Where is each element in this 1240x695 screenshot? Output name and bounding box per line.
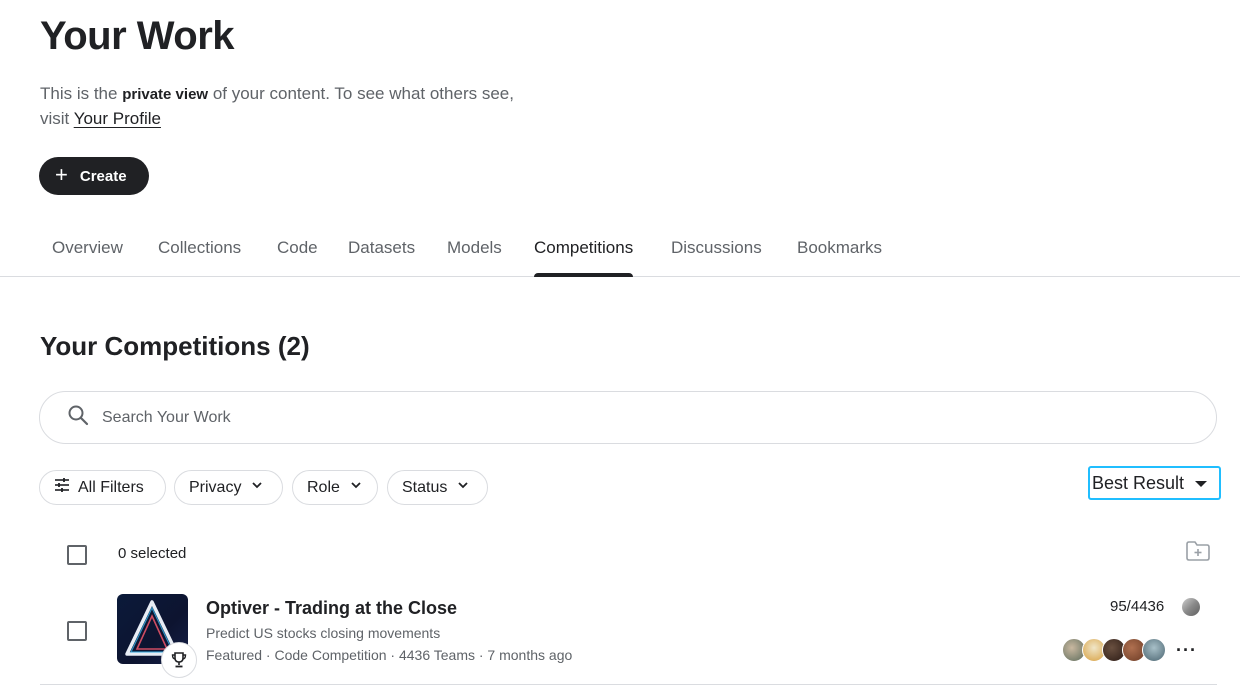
sort-selected-label: Best Result (1092, 472, 1185, 493)
status-label: Status (402, 478, 448, 496)
tab-code[interactable]: Code (277, 238, 318, 258)
selected-count: 0 selected (118, 545, 187, 562)
status-filter[interactable]: Status (387, 470, 488, 505)
select-all-checkbox[interactable] (67, 545, 87, 565)
caret-down-icon (1195, 481, 1207, 487)
role-filter[interactable]: Role (292, 470, 378, 505)
create-button-label: Create (79, 167, 127, 185)
team-avatars[interactable] (1062, 638, 1167, 662)
section-title: Your Competitions (2) (40, 331, 310, 361)
privacy-filter[interactable]: Privacy (174, 470, 283, 505)
row-divider (40, 684, 1217, 685)
tab-bookmarks[interactable]: Bookmarks (797, 238, 882, 258)
filter-sliders-icon (54, 477, 70, 498)
all-filters-button[interactable]: All Filters (39, 470, 166, 505)
competition-subtitle: Predict US stocks closing movements (206, 625, 441, 641)
tab-datasets[interactable]: Datasets (348, 238, 415, 258)
intro-bold: private view (122, 86, 209, 103)
chevron-down-icon (348, 477, 364, 498)
row-checkbox[interactable] (67, 621, 87, 641)
search-input[interactable] (102, 408, 1002, 427)
sort-select[interactable]: Best Result (1088, 466, 1221, 500)
tab-discussions[interactable]: Discussions (671, 238, 762, 258)
chevron-down-icon (455, 477, 471, 498)
more-options-icon[interactable]: ··· (1176, 640, 1197, 661)
intro-text: This is the private view of your content… (40, 82, 600, 131)
add-to-collection-icon[interactable] (1185, 540, 1211, 562)
competition-rank: 95/4436 (1110, 598, 1165, 615)
plus-icon: + (55, 162, 68, 187)
create-button[interactable]: + Create (39, 157, 149, 195)
competition-title[interactable]: Optiver - Trading at the Close (206, 598, 457, 619)
chevron-down-icon (249, 477, 265, 498)
role-label: Role (307, 478, 340, 496)
tab-models[interactable]: Models (447, 238, 502, 258)
search-bar[interactable] (39, 391, 1217, 444)
tab-collections[interactable]: Collections (158, 238, 241, 258)
intro-line2-prefix: visit (40, 109, 74, 128)
intro-prefix: This is the (40, 84, 123, 103)
tab-bar: Overview Collections Code Datasets Model… (0, 226, 1240, 277)
page-title: Your Work (40, 14, 235, 58)
tab-competitions[interactable]: Competitions (534, 238, 634, 277)
silver-medal-icon (1182, 598, 1200, 616)
trophy-icon (161, 642, 197, 678)
all-filters-label: All Filters (78, 478, 144, 496)
tab-overview[interactable]: Overview (52, 238, 123, 258)
intro-suffix: of your content. To see what others see, (208, 84, 514, 103)
competition-meta: Featured · Code Competition · 4436 Teams… (206, 647, 573, 663)
privacy-label: Privacy (189, 478, 242, 496)
search-icon (66, 403, 90, 432)
avatar[interactable] (1142, 638, 1166, 662)
profile-link[interactable]: Your Profile (74, 109, 161, 128)
